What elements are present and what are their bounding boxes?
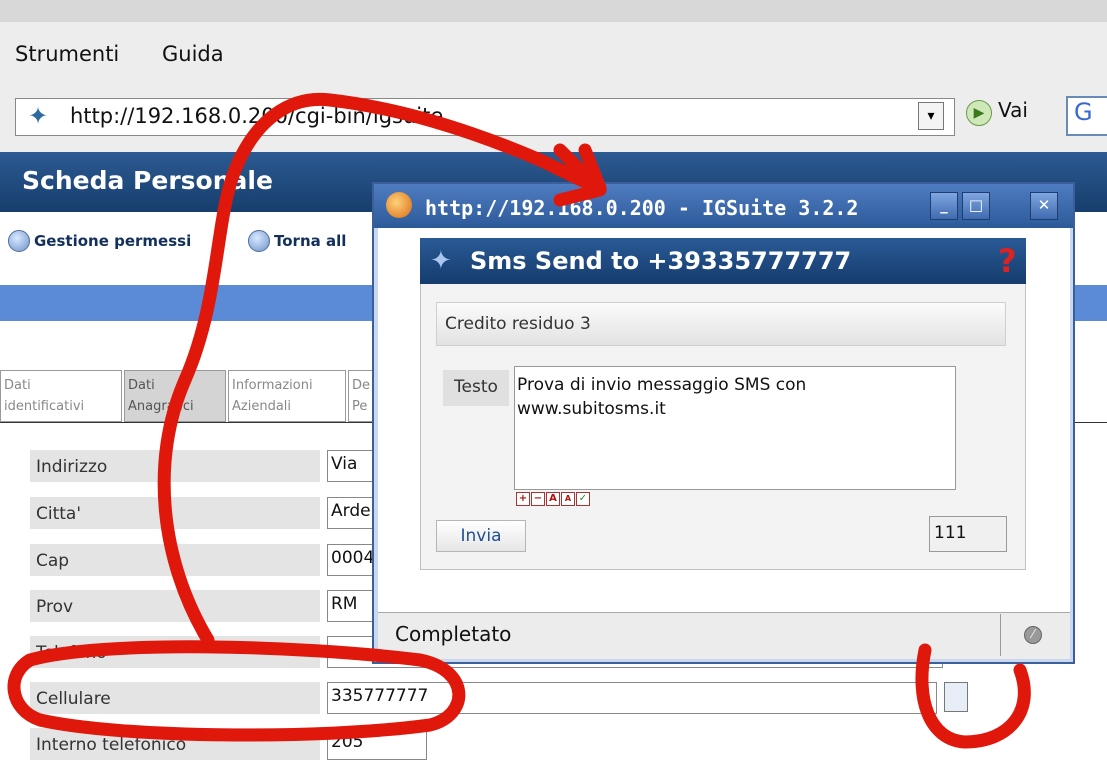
font-larger-icon[interactable]: A — [546, 492, 560, 506]
check-icon[interactable]: ✓ — [576, 492, 590, 506]
field-input-cellulare[interactable]: 335777777 — [327, 682, 937, 714]
site-icon: ✦ — [28, 102, 49, 130]
tab-label: Pe — [352, 399, 368, 414]
field-label-cap: Cap — [30, 544, 320, 576]
go-button[interactable]: Vai — [998, 98, 1028, 122]
message-textarea[interactable]: Prova di invio messaggio SMS con www.sub… — [514, 366, 956, 490]
field-label-interno: Interno telefonico — [30, 728, 320, 760]
message-label: Testo — [443, 370, 509, 406]
field-label-indirizzo: Indirizzo — [30, 450, 320, 482]
status-divider — [1000, 614, 1001, 656]
menu-bar: Strumenti Guida — [0, 22, 1107, 84]
send-sms-icon[interactable] — [944, 682, 968, 712]
help-icon[interactable]: ? — [998, 242, 1017, 280]
font-smaller-icon[interactable]: A — [561, 492, 575, 506]
link-torna[interactable]: Torna all — [274, 232, 346, 250]
tab-label: identificativi — [4, 399, 85, 414]
field-input-interno[interactable]: 205 — [327, 728, 427, 760]
tab-label: Dati — [128, 378, 155, 393]
char-counter: 111 — [929, 516, 1007, 552]
tab-label: Dati — [4, 378, 31, 393]
tab-informazioni-aziendali[interactable]: Informazioni Aziendali — [228, 370, 346, 422]
status-text: Completato — [395, 622, 512, 646]
minus-icon[interactable]: − — [531, 492, 545, 506]
page-title: Scheda Personale — [22, 166, 273, 195]
minimize-icon[interactable]: _ — [930, 192, 958, 220]
send-button[interactable]: Invia — [436, 520, 526, 552]
firefox-icon — [386, 192, 412, 218]
credit-remaining: Credito residuo 3 — [436, 302, 1006, 346]
link-gestione-permessi[interactable]: Gestione permessi — [34, 232, 191, 250]
status-icon: ⁄ — [1024, 626, 1042, 644]
format-toolbar: + − A A ✓ — [516, 492, 591, 506]
field-label-cellulare: Cellulare — [30, 682, 320, 714]
maximize-icon[interactable]: □ — [962, 192, 990, 220]
tab-dati-anagrafici[interactable]: Dati Anagrafici — [124, 370, 226, 422]
menu-strumenti[interactable]: Strumenti — [15, 42, 119, 66]
url-text: http://192.168.0.200/cgi-bin/igsuite — [70, 104, 444, 128]
search-engine-icon[interactable]: G — [1066, 96, 1107, 136]
window-top-strip — [0, 0, 1107, 22]
tab-label: Anagrafici — [128, 399, 194, 414]
tab-label: Informazioni — [232, 378, 313, 393]
sms-title: Sms Send to +39335777777 — [470, 247, 852, 275]
close-icon[interactable]: ✕ — [1030, 192, 1058, 220]
tab-label: Aziendali — [232, 399, 292, 414]
field-label-telefono: Telefono — [30, 636, 320, 668]
popup-title: http://192.168.0.200 - IGSuite 3.2.2 — [425, 196, 859, 220]
menu-guida[interactable]: Guida — [162, 42, 224, 66]
field-label-citta: Citta' — [30, 497, 320, 529]
tab-label: De — [352, 378, 371, 393]
go-arrow-icon[interactable]: ▶ — [966, 100, 992, 126]
plus-icon[interactable]: + — [516, 492, 530, 506]
radio-icon[interactable] — [8, 230, 30, 252]
radio-icon[interactable] — [248, 230, 270, 252]
field-label-prov: Prov — [30, 590, 320, 622]
sms-icon: ✦ — [430, 246, 452, 276]
url-dropdown-button[interactable]: ▾ — [918, 102, 944, 130]
tab-dati-identificativi[interactable]: Dati identificativi — [0, 370, 122, 422]
